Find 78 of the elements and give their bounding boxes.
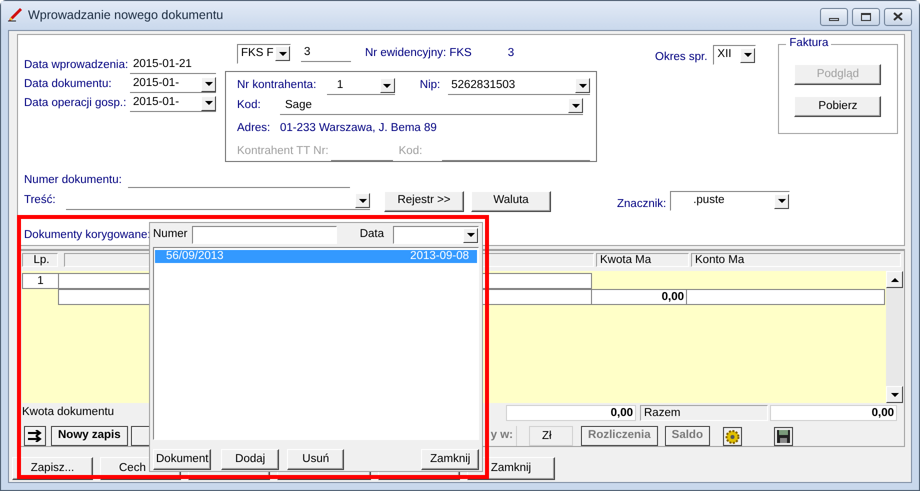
gear-icon[interactable] [722,426,742,446]
scroll-down-button[interactable] [886,386,903,403]
currency-label: y w: [490,426,518,446]
close-icon [893,12,903,21]
dropdown-button[interactable] [355,193,370,208]
invoice-button: Podgląd [794,64,882,85]
popup-button[interactable]: Dodaj [221,449,279,470]
field-label: Numer [153,228,188,242]
content-field[interactable] [66,192,370,210]
scrollbar[interactable] [886,271,903,403]
column-header: Lp. [22,253,58,267]
column-header: Konto Ma [691,253,901,267]
marker-combo[interactable]: .puste [670,191,790,211]
code-field[interactable]: Sage [280,98,583,114]
field-label: Data operacji gosp.: [24,96,128,110]
save-icon[interactable] [774,426,793,446]
field-label: Nip: [420,79,440,93]
date-field[interactable]: 2015-01- [130,76,216,93]
date-filter-combo[interactable] [393,226,479,244]
date-field[interactable]: 2015-01- [130,95,216,112]
currency-value: Zł [529,426,574,446]
date-field[interactable]: 2015-01-21 [130,57,216,74]
toolbar-button: Saldo [664,426,710,446]
dropdown-button[interactable] [201,76,216,92]
field-label: Data dokumentu: [24,78,113,92]
dropdown-button[interactable] [740,48,756,62]
maximize-button[interactable] [852,8,880,26]
register-combo[interactable]: FKS F [237,44,291,64]
toolbar-button: Rozliczenia [581,426,658,446]
number-filter-field[interactable] [192,226,337,244]
field-label: Kontrahent TT Nr: [237,145,330,159]
popup-button[interactable]: Dokument [153,449,212,470]
nip-field[interactable]: 5262831503 [448,78,590,94]
register-button[interactable]: Rejestr >> [384,190,464,212]
column-header: Kwota Ma [596,253,689,267]
evidence-number: 3 [508,46,514,60]
scroll-up-button[interactable] [886,271,903,288]
field-label: Kod: [398,145,422,159]
table-cell: 1 [22,273,59,289]
dropdown-button[interactable] [774,194,790,208]
register-button[interactable]: Waluta [471,190,551,212]
close-button[interactable] [884,8,912,26]
window-title: Wprowadzanie nowego dokumentu [28,8,224,23]
invoice-button[interactable]: Pobierz [794,96,882,117]
total-label: Kwota dokumentu [22,406,116,420]
toolbar-button[interactable]: Nowy zapis [51,426,128,446]
dropdown-button[interactable] [463,228,478,242]
minimize-button[interactable] [820,8,848,26]
period-combo[interactable]: XII [713,45,756,65]
field-label: Data [360,228,384,242]
contractor-number-field[interactable]: 1 [326,78,395,94]
popup-button[interactable]: Zamknij [421,449,480,470]
field-label: Numer dokumentu: [24,174,123,188]
field-label: Kod: [237,99,262,113]
dropdown-button[interactable] [575,78,590,93]
dropdown-button[interactable] [275,46,290,61]
toolbar-button[interactable] [130,426,151,446]
sum-label: Razem [640,405,768,421]
field-label: Treść: [24,194,57,208]
popup-button[interactable]: Usuń [286,449,344,470]
pen-icon [7,8,24,22]
dropdown-button[interactable] [201,96,216,110]
sum-field: 0,00 [770,405,897,421]
evidence-label: Nr ewidencyjny: FKS [365,46,472,60]
field-label: Adres: [237,122,272,136]
period-label: Okres spr. [655,51,708,65]
number-field[interactable]: 3 [301,45,351,62]
field-label: Nr kontrahenta: [237,79,318,93]
amount-field: 0,00 [506,405,636,421]
arrows-icon [27,430,43,442]
field-label: Data wprowadzenia: [24,58,130,72]
dropdown-button[interactable] [380,78,395,93]
field-label: Znacznik: [617,198,666,212]
address-value: 01-233 Warszawa, J. Bema 89 [280,122,437,136]
dropdown-button[interactable] [568,98,583,113]
table-cell: 0,00 [591,289,687,305]
corrected-documents-label: Dokumenty korygowane: [24,229,151,243]
swap-button[interactable] [24,426,46,446]
